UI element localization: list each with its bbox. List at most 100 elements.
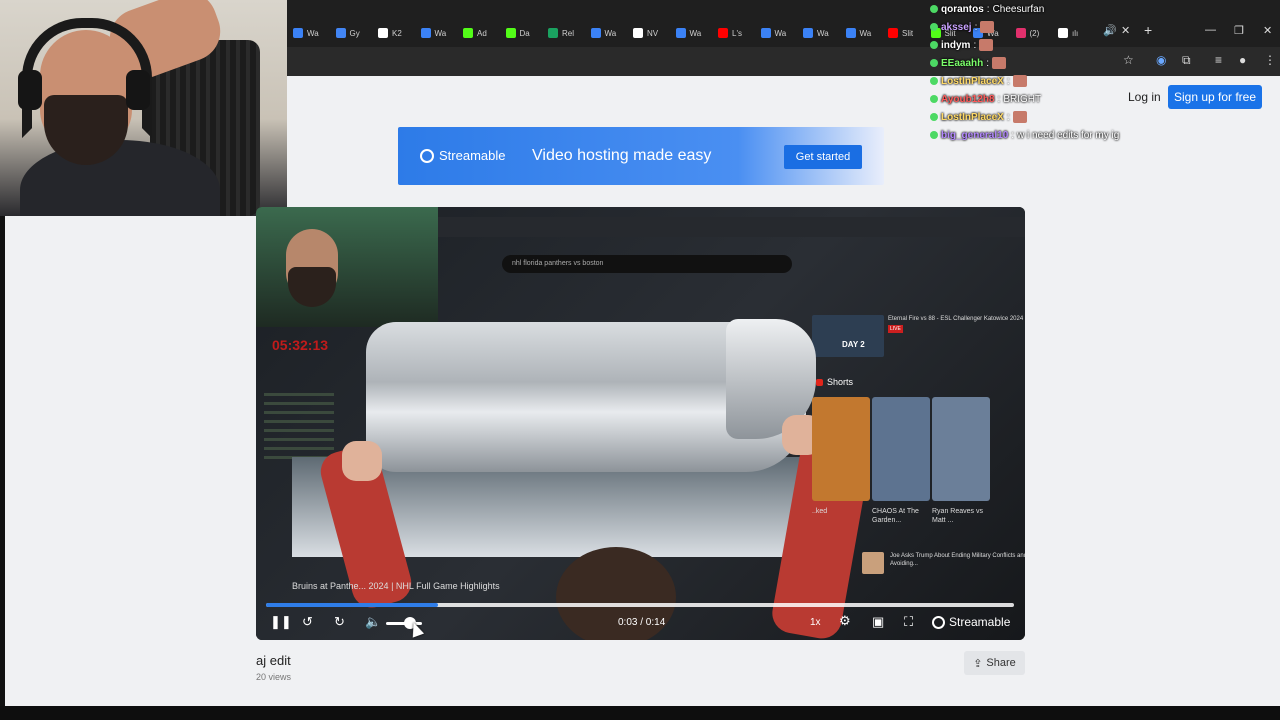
chat-badge-icon xyxy=(930,113,938,121)
chat-message: EEaaahh: xyxy=(930,54,1270,72)
chat-username: EEaaahh xyxy=(941,57,984,69)
x-icon xyxy=(633,28,643,38)
youtube-icon xyxy=(888,28,898,38)
login-link[interactable]: Log in xyxy=(1128,90,1161,104)
chat-message: LostInPlaceX: xyxy=(930,108,1270,126)
frame-recommendation: Eternal Fire vs 88 - ESL Challenger Kato… xyxy=(888,315,1025,333)
chat-separator: : xyxy=(1006,111,1010,123)
browser-tab-label: K2 xyxy=(392,28,402,38)
bottom-bar xyxy=(0,706,1280,720)
chat-separator: : xyxy=(973,39,977,51)
share-label: Share xyxy=(986,657,1016,669)
screen: Wa Gy K2 Wa Ad Da Rel Wa NV Wa L's Wa Wa Wa Slit Slit Wa… xyxy=(0,0,1280,720)
browser-tab[interactable]: Wa xyxy=(760,24,787,42)
chat-separator: : xyxy=(1011,129,1015,141)
browser-tab[interactable]: Ad xyxy=(463,24,487,42)
frame-day-label: DAY 2 xyxy=(842,340,865,349)
frame-short-thumb xyxy=(932,397,990,501)
frame-short-thumb xyxy=(872,397,930,501)
chat-username: big_general10 xyxy=(941,129,1009,141)
browser-tab-label: L's xyxy=(732,28,742,38)
chat-text: w i need edits for my ig xyxy=(1017,129,1120,141)
browser-tab[interactable]: Wa xyxy=(293,24,319,42)
banner-logo: Streamable xyxy=(420,148,505,163)
chat-username: LostInPlaceX xyxy=(941,111,1004,123)
frame-shorts-label: Shorts xyxy=(816,377,853,387)
get-started-button[interactable]: Get started xyxy=(784,145,862,169)
forward-icon[interactable]: ↻ xyxy=(334,614,345,630)
chat-separator: : xyxy=(974,21,978,33)
rewind-icon[interactable]: ↺ xyxy=(302,614,313,630)
volume-icon[interactable]: 🔈 xyxy=(365,614,381,630)
frame-live-badge: LIVE xyxy=(888,325,903,333)
chat-message: akssej: xyxy=(930,18,1270,36)
browser-tab[interactable]: Wa xyxy=(590,24,617,42)
chat-username: akssej xyxy=(941,21,972,33)
globe-icon xyxy=(675,28,686,38)
browser-tab-label: Wa xyxy=(434,28,447,38)
browser-tab-label: NV xyxy=(647,28,659,38)
browser-tab[interactable]: Slit xyxy=(888,24,913,42)
chat-badge-icon xyxy=(930,95,938,103)
frame-rec-thumb xyxy=(812,315,884,357)
browser-tab-label: Wa xyxy=(689,28,702,38)
chat-badge-icon xyxy=(930,5,938,13)
browser-tab[interactable]: Da xyxy=(505,24,530,42)
frame-yt-controls xyxy=(292,552,772,572)
frame-streamer-beard xyxy=(288,267,336,307)
browser-tab-label: Wa xyxy=(774,28,787,38)
google-icon xyxy=(335,28,346,38)
chat-emote-icon xyxy=(1012,111,1027,123)
chat-message: indym: xyxy=(930,36,1270,54)
streamable-logo-icon xyxy=(420,148,434,163)
chat-overlay: qorantos: Cheesurfan akssej: indym: EEaaahh:… xyxy=(930,0,1270,144)
frame-rec-title: Eternal Fire vs 88 - ESL Challenger Kato… xyxy=(888,316,1025,322)
globe-icon xyxy=(420,28,431,38)
video-title: aj edit xyxy=(256,653,291,668)
frame-news-thumb xyxy=(862,552,884,574)
frame-timer: 05:32:13 xyxy=(272,337,329,353)
chat-message: big_general10: w i need edits for my ig xyxy=(930,126,1270,144)
share-button[interactable]: ⇪ Share xyxy=(964,651,1025,675)
webcam-overlay xyxy=(0,0,287,216)
browser-tab[interactable]: Wa xyxy=(675,24,702,42)
streamable-logo-icon xyxy=(932,615,945,629)
chat-username: indym xyxy=(941,39,971,51)
browser-tab[interactable]: Wa xyxy=(420,24,447,42)
chat-separator: : xyxy=(997,93,1001,105)
promo-banner[interactable]: Streamable Video hosting made easy Get s… xyxy=(398,127,884,185)
pause-icon[interactable]: ❚❚ xyxy=(270,614,292,630)
settings-gear-icon[interactable]: ⚙ xyxy=(839,613,851,629)
speed-button[interactable]: 1x xyxy=(810,617,821,628)
pip-icon[interactable]: ▣ xyxy=(872,614,884,630)
chat-username: Ayoub12h8 xyxy=(941,93,995,105)
chat-separator: : xyxy=(986,3,990,15)
browser-tab-label: Da xyxy=(519,28,530,38)
share-icon: ⇪ xyxy=(973,657,983,670)
time-display: 0:03 / 0:14 xyxy=(618,617,666,628)
chat-text: Cheesurfan xyxy=(992,3,1045,15)
frame-webcam xyxy=(256,207,438,327)
chat-emote-icon xyxy=(980,21,995,33)
browser-tab[interactable]: K2 xyxy=(378,24,402,42)
browser-tab-label: Wa xyxy=(604,28,617,38)
browser-tab-label: Slit xyxy=(902,28,914,38)
kick-icon xyxy=(463,28,473,38)
browser-tab[interactable]: L's xyxy=(718,24,742,42)
browser-tab[interactable]: Wa xyxy=(803,24,829,42)
chat-emote-icon xyxy=(1012,75,1027,87)
browser-tab-label: Ad xyxy=(477,28,487,38)
browser-tab[interactable]: NV xyxy=(633,24,658,42)
browser-tab[interactable]: Gy xyxy=(335,24,360,42)
chat-badge-icon xyxy=(930,131,938,139)
video-player[interactable]: nhl florida panthers vs boston 05:32:13 … xyxy=(256,207,1025,640)
globe-icon xyxy=(845,28,856,38)
frame-news-title: Joe Asks Trump About Ending Military Con… xyxy=(890,553,1025,567)
browser-tab[interactable]: Rel xyxy=(548,24,574,42)
fullscreen-icon[interactable]: ⛶ xyxy=(904,614,913,630)
player-brand-link[interactable]: Streamable xyxy=(932,615,1010,629)
browser-tab[interactable]: Wa xyxy=(845,24,871,42)
signup-button[interactable]: Sign up for free xyxy=(1168,85,1262,109)
browser-tab-label: Gy xyxy=(349,28,360,38)
chat-message: qorantos: Cheesurfan xyxy=(930,0,1270,18)
